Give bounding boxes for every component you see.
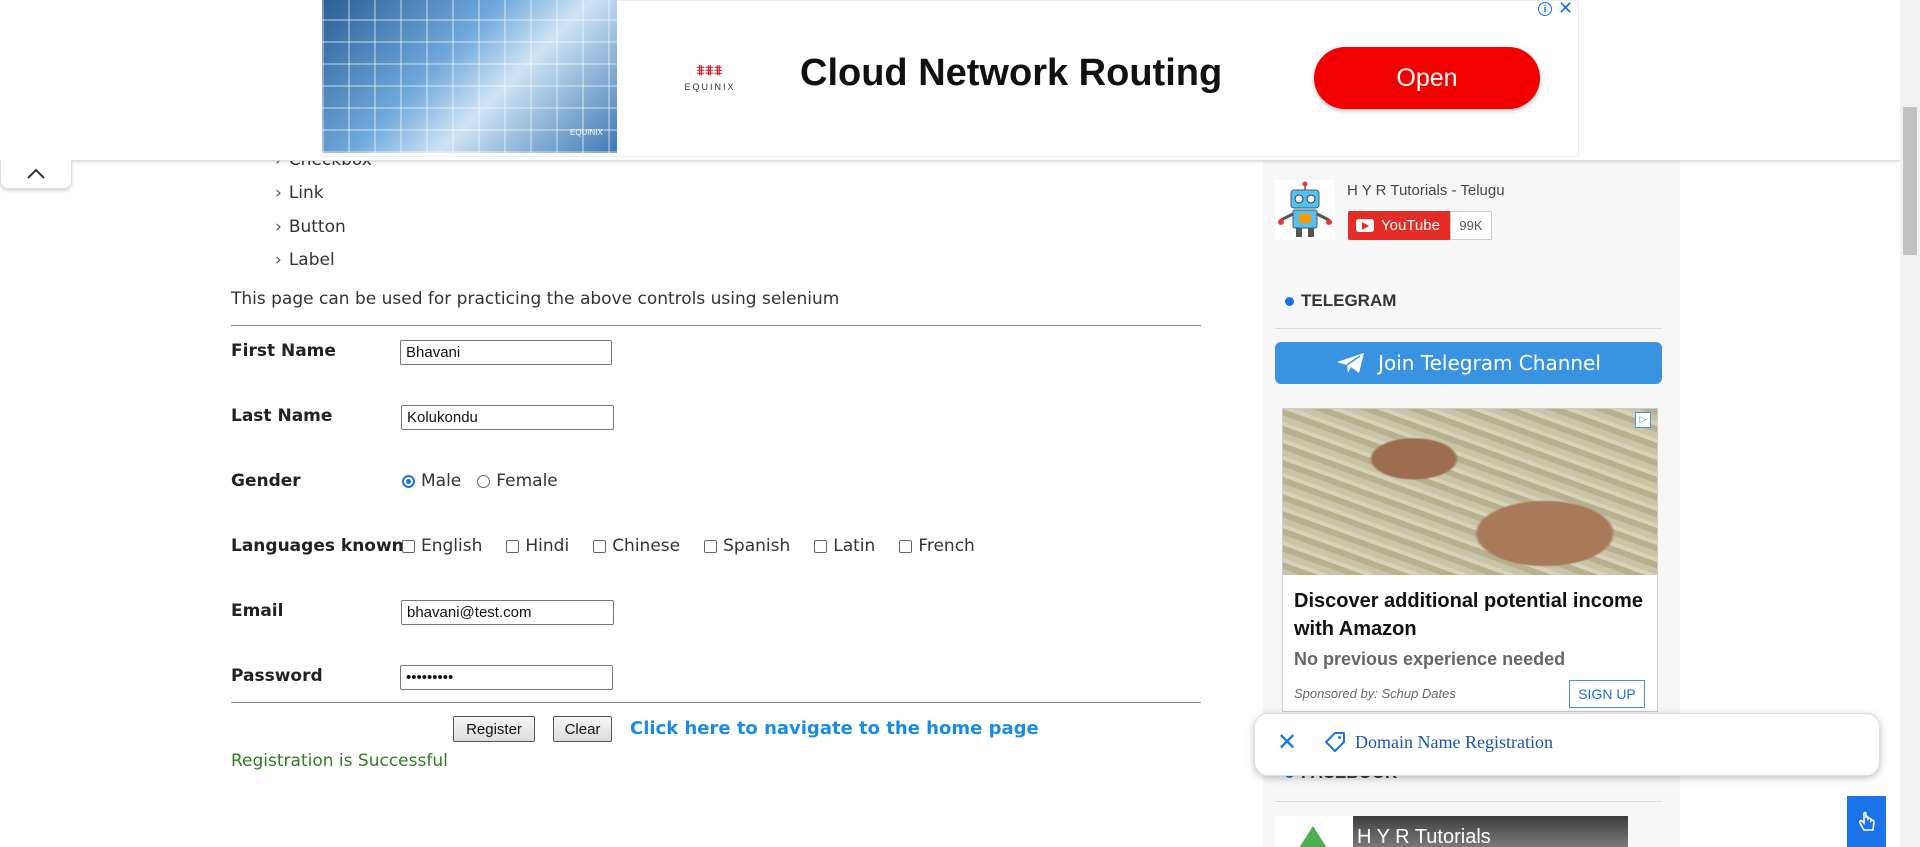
youtube-channel-name[interactable]: H Y R Tutorials - Telugu — [1347, 182, 1505, 199]
floating-action-button[interactable] — [1847, 796, 1886, 847]
language-spanish-option[interactable]: Spanish — [704, 536, 790, 556]
equinix-logo-icon: ⩨⩨⩨ — [696, 62, 724, 78]
gender-radio-group: Male Female — [402, 471, 558, 491]
amazon-ad-headline[interactable]: Discover additional potential income wit… — [1294, 587, 1644, 643]
gender-label: Gender — [231, 471, 301, 491]
amazon-ad-sponsor: Sponsored by: Schup Dates — [1294, 686, 1456, 701]
language-label: English — [421, 536, 483, 556]
domain-registration-popup[interactable]: ✕ Domain Name Registration — [1254, 713, 1880, 776]
chevron-right-icon: › — [275, 250, 282, 270]
language-chinese-option[interactable]: Chinese — [593, 536, 680, 556]
ad-close-icon[interactable]: ✕ — [1558, 0, 1573, 19]
languages-checkbox-group: English Hindi Chinese Spanish Latin Fren… — [402, 536, 975, 556]
amazon-ad-subtext: No previous experience needed — [1294, 649, 1566, 669]
language-french-option[interactable]: French — [899, 536, 975, 556]
radio-female[interactable] — [477, 474, 491, 488]
divider — [1275, 801, 1662, 802]
ad-info-icon[interactable]: i — [1538, 2, 1552, 16]
ad-brand-name: EQUINIX — [684, 82, 736, 92]
checkbox-latin[interactable] — [814, 539, 828, 553]
scrollbar-thumb[interactable] — [1903, 107, 1917, 255]
checkbox-spanish[interactable] — [704, 539, 718, 553]
last-name-input[interactable] — [401, 405, 614, 430]
last-name-label: Last Name — [231, 406, 333, 426]
language-label: Latin — [833, 536, 876, 556]
bullet-icon — [1285, 296, 1294, 306]
adchoices-icon[interactable]: ▷ — [1635, 412, 1651, 428]
collapse-ad-button[interactable] — [0, 160, 72, 189]
nav-item-label: Button — [288, 217, 346, 237]
password-input[interactable] — [400, 665, 613, 690]
email-label: Email — [231, 601, 284, 621]
checkbox-hindi[interactable] — [506, 539, 520, 553]
success-message: Registration is Successful — [231, 751, 448, 771]
divider — [231, 702, 1201, 703]
facebook-video-title: H Y R Tutorials — [1357, 826, 1491, 847]
first-name-label: First Name — [231, 341, 336, 361]
ad-brand-logo[interactable]: ⩨⩨⩨ EQUINIX — [680, 62, 740, 92]
email-input[interactable] — [401, 600, 614, 625]
checkbox-chinese[interactable] — [593, 539, 607, 553]
intro-text: This page can be used for practicing the… — [231, 289, 840, 309]
gender-female-option[interactable]: Female — [477, 471, 558, 491]
nav-item-label-text: Label — [288, 250, 335, 270]
signup-button[interactable]: SIGN UP — [1569, 680, 1645, 708]
first-name-input[interactable] — [400, 340, 612, 365]
language-hindi-option[interactable]: Hindi — [506, 536, 569, 556]
gender-male-label: Male — [421, 471, 462, 491]
chevron-right-icon: › — [275, 217, 282, 237]
language-label: Spanish — [723, 536, 791, 556]
register-button[interactable]: Register — [453, 716, 535, 742]
nav-item-label: Link — [288, 183, 324, 203]
youtube-subscribe-button[interactable]: YouTube — [1348, 211, 1450, 240]
checkbox-english[interactable] — [402, 539, 415, 553]
nav-item-link[interactable]: › Link — [275, 183, 324, 203]
ad-headline[interactable]: Cloud Network Routing — [800, 52, 1222, 95]
language-english-option[interactable]: English — [402, 536, 482, 556]
ad-open-button[interactable]: Open — [1314, 47, 1540, 109]
join-telegram-button[interactable]: Join Telegram Channel — [1275, 342, 1662, 384]
chevron-right-icon: › — [275, 183, 282, 203]
ad-money-image[interactable] — [1283, 409, 1657, 575]
gender-female-label: Female — [496, 471, 558, 491]
divider — [231, 325, 1201, 326]
home-page-link[interactable]: Click here to navigate to the home page — [630, 718, 1039, 739]
password-label: Password — [231, 666, 323, 686]
facebook-page-logo — [1275, 816, 1353, 847]
chevron-up-icon — [27, 168, 45, 179]
tag-icon — [1325, 732, 1345, 752]
telegram-button-label: Join Telegram Channel — [1378, 351, 1601, 375]
clear-button[interactable]: Clear — [553, 716, 612, 742]
ad-image-logo: EQUINIX — [570, 128, 603, 137]
divider — [1275, 328, 1662, 329]
checkbox-french[interactable] — [899, 539, 913, 553]
telegram-icon — [1337, 353, 1365, 373]
radio-male[interactable] — [402, 474, 415, 488]
facebook-video-embed[interactable]: H Y R Tutorials — [1275, 816, 1628, 847]
gender-male-option[interactable]: Male — [402, 471, 461, 491]
close-icon[interactable]: ✕ — [1277, 728, 1297, 756]
nav-item-label[interactable]: › Label — [275, 250, 335, 270]
youtube-label: YouTube — [1381, 217, 1440, 234]
telegram-heading: TELEGRAM — [1285, 291, 1396, 311]
language-latin-option[interactable]: Latin — [814, 536, 875, 556]
language-label: Chinese — [612, 536, 681, 556]
nav-item-button[interactable]: › Button — [275, 217, 346, 237]
hand-pointer-icon — [1858, 811, 1875, 831]
popup-link-text[interactable]: Domain Name Registration — [1355, 732, 1553, 753]
language-label: French — [918, 536, 975, 556]
robot-avatar-icon[interactable] — [1275, 180, 1335, 240]
amazon-ad-card[interactable]: ▷ Discover additional potential income w… — [1282, 408, 1658, 712]
youtube-subscriber-count: 99K — [1450, 211, 1492, 240]
languages-label: Languages known — [231, 536, 404, 556]
telegram-heading-text: TELEGRAM — [1301, 291, 1397, 310]
youtube-play-icon — [1356, 219, 1374, 232]
language-label: Hindi — [525, 536, 570, 556]
